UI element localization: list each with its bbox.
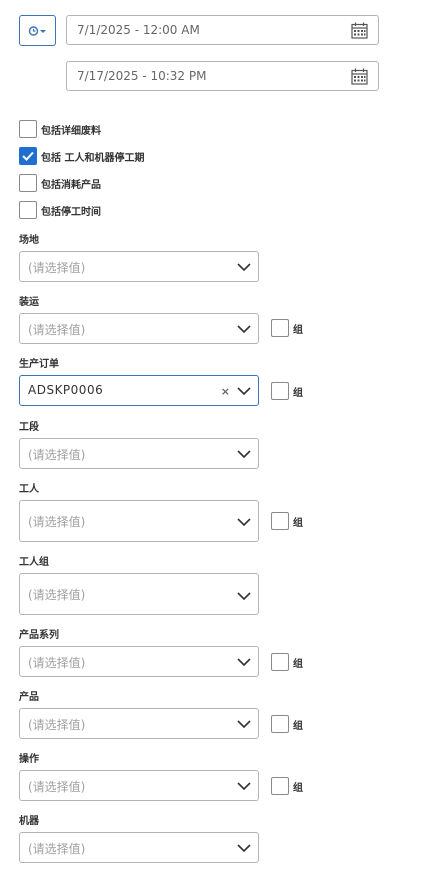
chevron-down-icon [237, 325, 251, 334]
date-mode-button[interactable] [19, 15, 56, 46]
option-label: 包括 工人和机器停工期 [41, 152, 145, 164]
operation-group-toggle[interactable]: 组 [271, 777, 303, 795]
product-family-group-toggle[interactable]: 组 [271, 653, 303, 671]
checkbox[interactable] [19, 147, 37, 165]
calendar-icon[interactable] [351, 68, 368, 85]
shipment-select[interactable]: (请选择值) [19, 313, 259, 344]
product-family-select[interactable]: (请选择值) [19, 646, 259, 677]
checkbox[interactable] [19, 120, 37, 138]
calendar-icon[interactable] [351, 22, 368, 39]
shipment-group-toggle[interactable]: 组 [271, 319, 303, 337]
group-label: 组 [293, 387, 303, 399]
site-label: 场地 [19, 235, 39, 246]
clear-icon[interactable]: × [221, 385, 230, 398]
product-label: 产品 [19, 692, 39, 703]
checkbox[interactable] [19, 174, 37, 192]
start-date-field[interactable]: 7/1/2025 - 12:00 AM [66, 15, 379, 45]
production-order-label: 生产订单 [19, 359, 59, 370]
chevron-down-icon [237, 782, 251, 791]
placeholder: (请选择值) [28, 718, 86, 732]
group-label: 组 [293, 782, 303, 794]
placeholder: (请选择值) [28, 656, 86, 670]
site-select[interactable]: (请选择值) [19, 251, 259, 282]
group-label: 组 [293, 324, 303, 336]
option-label: 包括消耗产品 [41, 179, 101, 191]
checkbox[interactable] [271, 715, 289, 733]
checkbox[interactable] [271, 319, 289, 337]
chevron-down-icon [237, 658, 251, 667]
clock-icon [28, 25, 46, 36]
start-date-value: 7/1/2025 - 12:00 AM [77, 23, 200, 37]
product-select[interactable]: (请选择值) [19, 708, 259, 739]
product-family-label: 产品系列 [19, 630, 59, 641]
end-date-value: 7/17/2025 - 10:32 PM [77, 69, 207, 83]
option-downtime[interactable]: 包括停工时间 [19, 201, 101, 219]
checkbox[interactable] [271, 512, 289, 530]
checkbox[interactable] [271, 382, 289, 400]
option-label: 包括停工时间 [41, 206, 101, 218]
segment-label: 工段 [19, 422, 39, 433]
selected-value: ADSKP0006 [28, 383, 104, 397]
checkbox[interactable] [271, 777, 289, 795]
option-label: 包括详细废料 [41, 125, 101, 137]
worker-select[interactable]: (请选择值) [19, 500, 259, 542]
segment-select[interactable]: (请选择值) [19, 438, 259, 469]
checkbox[interactable] [271, 653, 289, 671]
group-label: 组 [293, 658, 303, 670]
placeholder: (请选择值) [28, 780, 86, 794]
worker-group-toggle[interactable]: 组 [271, 512, 303, 530]
chevron-down-icon [237, 720, 251, 729]
worker-label: 工人 [19, 484, 39, 495]
placeholder: (请选择值) [28, 261, 86, 275]
worker-group-label: 工人组 [19, 557, 49, 568]
production-order-group-toggle[interactable]: 组 [271, 382, 303, 400]
group-label: 组 [293, 517, 303, 529]
chevron-down-icon [237, 387, 251, 396]
option-worker-machine-downtime[interactable]: 包括 工人和机器停工期 [19, 147, 144, 165]
placeholder: (请选择值) [28, 588, 86, 602]
chevron-down-icon [237, 592, 251, 601]
placeholder: (请选择值) [28, 842, 86, 856]
placeholder: (请选择值) [28, 448, 86, 462]
chevron-down-icon [237, 844, 251, 853]
placeholder: (请选择值) [28, 323, 86, 337]
option-consumed-products[interactable]: 包括消耗产品 [19, 174, 101, 192]
placeholder: (请选择值) [28, 515, 86, 529]
product-group-toggle[interactable]: 组 [271, 715, 303, 733]
option-detailed-scrap[interactable]: 包括详细废料 [19, 120, 101, 138]
production-order-select[interactable]: ADSKP0006 × [19, 375, 259, 406]
chevron-down-icon [237, 263, 251, 272]
machine-select[interactable]: (请选择值) [19, 832, 259, 863]
chevron-down-icon [237, 450, 251, 459]
end-date-field[interactable]: 7/17/2025 - 10:32 PM [66, 61, 379, 91]
machine-label: 机器 [19, 816, 39, 827]
caret-down-icon [39, 29, 46, 33]
operation-select[interactable]: (请选择值) [19, 770, 259, 801]
shipment-label: 装运 [19, 297, 39, 308]
check-icon [22, 151, 34, 161]
group-label: 组 [293, 720, 303, 732]
worker-group-select[interactable]: (请选择值) [19, 573, 259, 615]
operation-label: 操作 [19, 754, 39, 765]
checkbox[interactable] [19, 201, 37, 219]
chevron-down-icon [237, 518, 251, 527]
